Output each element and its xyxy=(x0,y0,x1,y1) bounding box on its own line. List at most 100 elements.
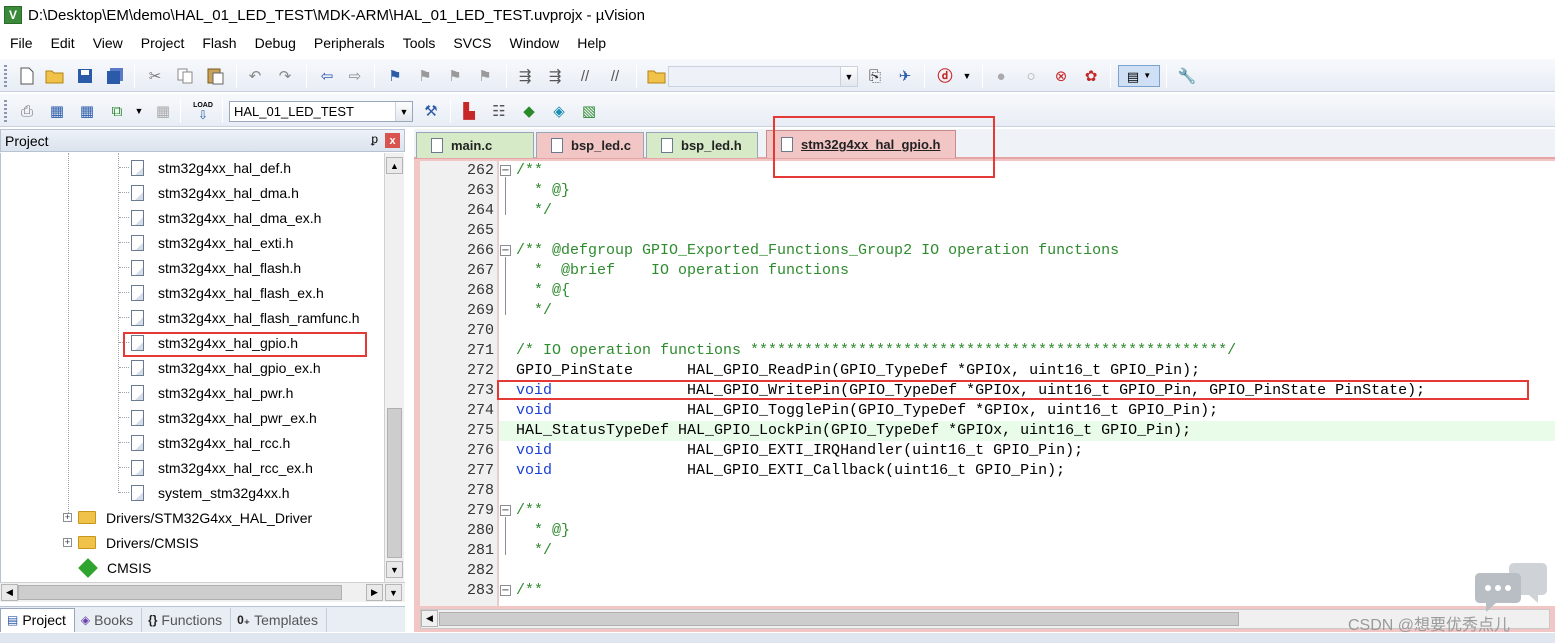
scroll-thumb[interactable] xyxy=(439,612,1239,626)
tree-item-file[interactable]: stm32g4xx_hal_pwr_ex.h xyxy=(131,405,317,430)
chevron-down-icon[interactable]: ▼ xyxy=(128,100,150,122)
pack-installer-icon[interactable]: ◈ xyxy=(548,100,570,122)
tree-item-file[interactable]: stm32g4xx_hal_dma.h xyxy=(131,180,299,205)
project-vertical-scrollbar[interactable]: ▲ ▼ xyxy=(384,153,404,582)
options-for-target-icon[interactable]: ⚒ xyxy=(420,100,442,122)
chevron-down-icon[interactable]: ▼ xyxy=(840,67,857,86)
pin-icon[interactable]: ᵱ xyxy=(371,132,378,146)
rebuild-icon[interactable]: ▦ xyxy=(76,100,98,122)
select-packs-icon[interactable]: ☷ xyxy=(488,100,510,122)
scroll-left-icon[interactable]: ◀ xyxy=(421,610,438,627)
find-in-files-icon[interactable] xyxy=(646,65,668,87)
tab-bsp-led-h[interactable]: bsp_led.h xyxy=(646,132,758,158)
fold-collapse-icon[interactable]: − xyxy=(500,245,511,256)
stop-build-icon[interactable]: ▦ xyxy=(152,100,174,122)
scroll-thumb[interactable] xyxy=(18,585,342,600)
tree-item-file[interactable]: stm32g4xx_hal_flash_ramfunc.h xyxy=(131,305,360,330)
open-folder-icon[interactable] xyxy=(44,65,66,87)
tab-functions[interactable]: {} Functions xyxy=(142,607,232,632)
tab-main-c[interactable]: main.c xyxy=(416,132,534,158)
tab-books[interactable]: ◈ Books xyxy=(75,607,143,632)
kill-breakpoints-icon[interactable]: ⊗ xyxy=(1050,65,1072,87)
menu-svcs[interactable]: SVCS xyxy=(443,35,499,51)
tree-item-group[interactable]: + Drivers/CMSIS xyxy=(63,530,199,555)
disable-all-breakpoints-icon[interactable]: ✿ xyxy=(1080,65,1102,87)
tab-project[interactable]: ▤ Project xyxy=(0,607,75,632)
expand-plus-icon[interactable]: + xyxy=(63,513,72,522)
tree-item-file[interactable]: stm32g4xx_hal_def.h xyxy=(131,155,291,180)
build-icon[interactable]: ▦ xyxy=(46,100,68,122)
software-packs-icon[interactable]: ▧ xyxy=(578,100,600,122)
manage-rte-icon[interactable]: ◆ xyxy=(518,100,540,122)
indent-icon[interactable]: ⇶ xyxy=(514,65,536,87)
scroll-down-icon[interactable]: ▼ xyxy=(386,561,403,578)
menu-project[interactable]: Project xyxy=(131,35,193,51)
copy-icon[interactable] xyxy=(174,65,196,87)
save-all-icon[interactable] xyxy=(104,65,126,87)
project-horizontal-scrollbar[interactable]: ◀ ▶ ▼ xyxy=(0,582,405,602)
cut-icon[interactable]: ✂ xyxy=(144,65,166,87)
download-load-icon[interactable]: LOAD ⇩ xyxy=(190,100,216,122)
new-file-icon[interactable] xyxy=(16,65,38,87)
save-icon[interactable] xyxy=(74,65,96,87)
menu-peripherals[interactable]: Peripherals xyxy=(304,35,393,51)
tree-item-component[interactable]: CMSIS xyxy=(77,555,151,580)
menu-view[interactable]: View xyxy=(83,35,131,51)
tree-item-file[interactable]: stm32g4xx_hal_pwr.h xyxy=(131,380,293,405)
tree-item-file[interactable]: stm32g4xx_hal_flash_ex.h xyxy=(131,280,324,305)
fold-collapse-icon[interactable]: − xyxy=(500,585,511,596)
menu-file[interactable]: File xyxy=(0,35,41,51)
target-select[interactable]: HAL_01_LED_TEST ▼ xyxy=(229,101,413,122)
disable-breakpoint-icon[interactable]: ○ xyxy=(1020,65,1042,87)
window-layout-icon[interactable]: ▤ ▼ xyxy=(1118,65,1160,87)
menu-window[interactable]: Window xyxy=(500,35,568,51)
manage-project-items-icon[interactable]: ▙ xyxy=(458,100,480,122)
expand-plus-icon[interactable]: + xyxy=(63,538,72,547)
menu-flash[interactable]: Flash xyxy=(192,35,244,51)
tree-item-file[interactable]: stm32g4xx_hal_dma_ex.h xyxy=(131,205,321,230)
paste-icon[interactable] xyxy=(204,65,226,87)
menu-help[interactable]: Help xyxy=(567,35,614,51)
find-combo[interactable]: ▼ xyxy=(668,66,858,87)
debug-session-icon[interactable]: ⓓ xyxy=(934,65,956,87)
menu-tools[interactable]: Tools xyxy=(393,35,444,51)
fold-collapse-icon[interactable]: − xyxy=(500,505,511,516)
batch-build-icon[interactable]: ⧉ xyxy=(106,100,128,122)
tree-item-file[interactable]: stm32g4xx_hal_exti.h xyxy=(131,230,293,255)
fold-collapse-icon[interactable]: − xyxy=(500,165,511,176)
comment-icon[interactable]: // xyxy=(574,65,596,87)
undo-icon[interactable]: ↶ xyxy=(244,65,266,87)
clear-bookmarks-icon[interactable]: ⚑ xyxy=(474,65,496,87)
redo-icon[interactable]: ↷ xyxy=(274,65,296,87)
chevron-down-icon[interactable]: ▼ xyxy=(395,102,412,121)
tree-item-file[interactable]: stm32g4xx_hal_gpio_ex.h xyxy=(131,355,321,380)
translate-icon[interactable]: ⎙ xyxy=(16,100,38,122)
prev-bookmark-icon[interactable]: ⚑ xyxy=(414,65,436,87)
tree-item-group[interactable]: + Drivers/STM32G4xx_HAL_Driver xyxy=(63,505,312,530)
scroll-down-icon[interactable]: ▼ xyxy=(385,584,402,601)
scroll-right-icon[interactable]: ▶ xyxy=(366,584,383,601)
scroll-left-icon[interactable]: ◀ xyxy=(1,584,18,601)
menu-edit[interactable]: Edit xyxy=(41,35,83,51)
tab-templates[interactable]: 0₊ Templates xyxy=(231,607,327,632)
tree-item-file[interactable]: stm32g4xx_hal_rcc_ex.h xyxy=(131,455,313,480)
find-icon[interactable]: ✈ xyxy=(894,65,916,87)
unindent-icon[interactable]: ⇶ xyxy=(544,65,566,87)
navigate-forward-icon[interactable]: ⇨ xyxy=(344,65,366,87)
uncomment-icon[interactable]: // xyxy=(604,65,626,87)
incremental-find-icon[interactable]: ⎘ xyxy=(864,65,886,87)
toolbar-grip[interactable] xyxy=(4,100,7,122)
next-bookmark-icon[interactable]: ⚑ xyxy=(444,65,466,87)
toolbar-grip[interactable] xyxy=(4,65,7,87)
chevron-down-icon[interactable]: ▼ xyxy=(956,65,978,87)
configuration-wrench-icon[interactable]: 🔧 xyxy=(1176,65,1198,87)
tree-item-file[interactable]: system_stm32g4xx.h xyxy=(131,480,290,505)
scroll-up-icon[interactable]: ▲ xyxy=(386,157,403,174)
bookmark-icon[interactable]: ⚑ xyxy=(384,65,406,87)
breakpoint-icon[interactable]: ● xyxy=(990,65,1012,87)
navigate-back-icon[interactable]: ⇦ xyxy=(316,65,338,87)
tree-item-file[interactable]: stm32g4xx_hal_rcc.h xyxy=(131,430,290,455)
menu-debug[interactable]: Debug xyxy=(245,35,304,51)
close-icon[interactable]: x xyxy=(385,133,400,148)
scroll-thumb[interactable] xyxy=(387,408,402,558)
